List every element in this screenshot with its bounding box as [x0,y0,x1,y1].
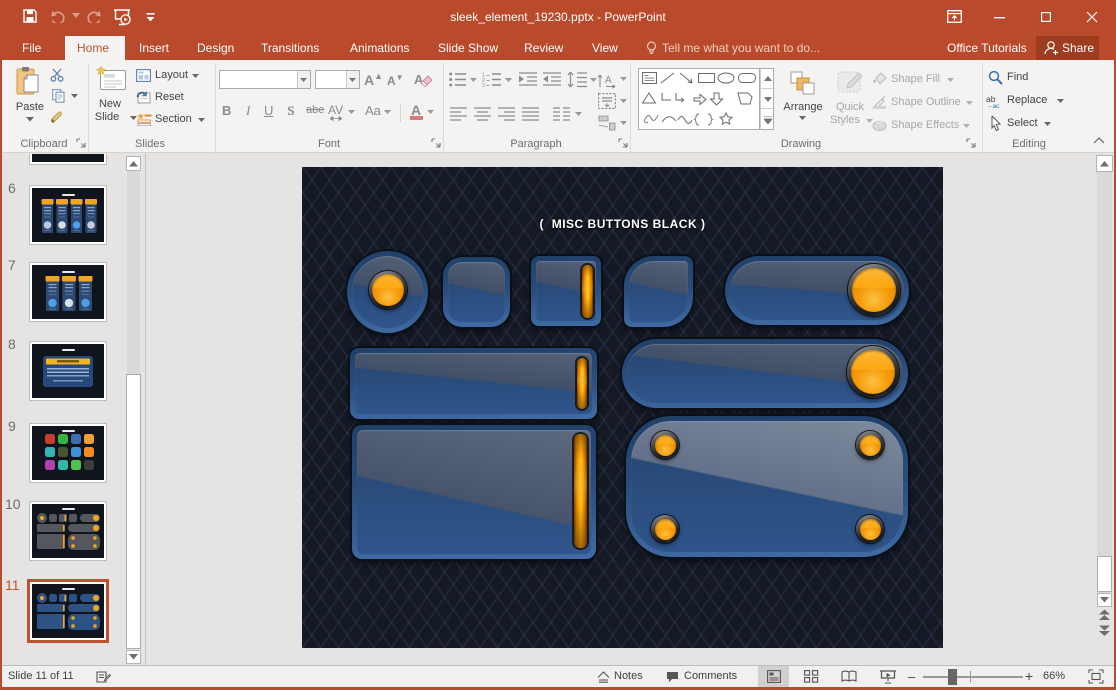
svg-text:A: A [605,75,612,86]
svg-text:→ac: →ac [986,103,1000,108]
svg-text:A: A [414,72,424,87]
svg-text:3: 3 [482,83,485,87]
